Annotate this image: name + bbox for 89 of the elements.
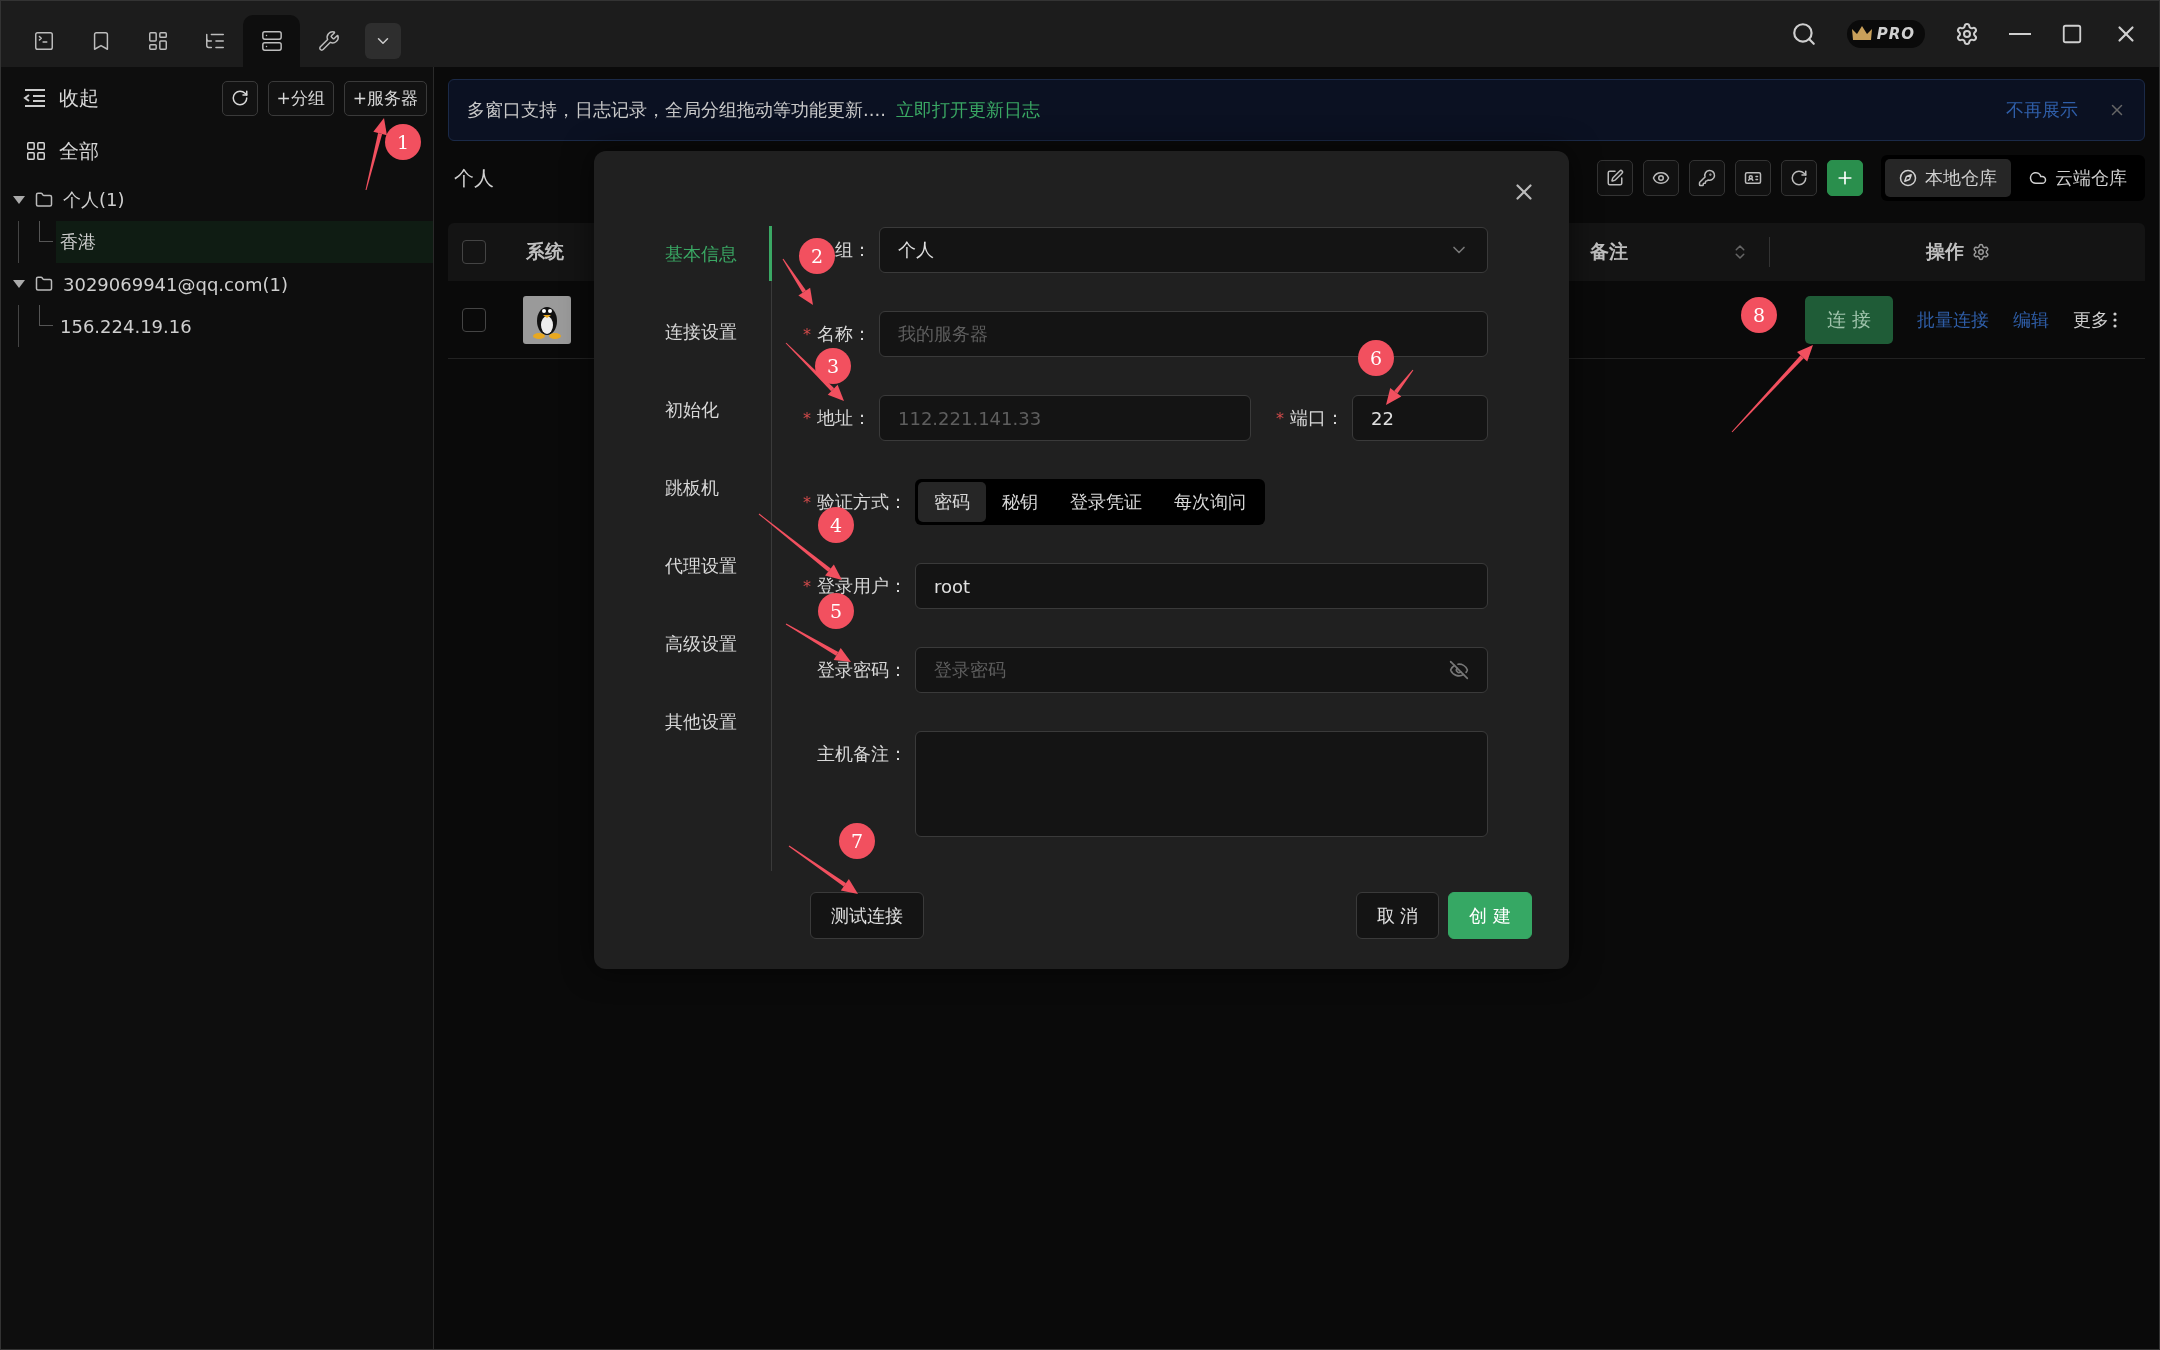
tree-group[interactable]: 个人(1) [63,188,125,212]
annotation-arrow [782,258,813,305]
auth-option[interactable]: 登录凭证 [1054,482,1158,522]
refresh-icon [230,89,249,107]
group-title: 个人 [453,164,494,192]
refresh-icon [1790,169,1808,187]
collapse-button[interactable]: 收起 [23,84,99,112]
key-icon [1698,169,1716,187]
dialog-nav-item[interactable]: 跳板机 [594,460,772,515]
edit-button[interactable] [1597,160,1633,196]
banner-message: 多窗口支持，日志记录，全局分组拖动等功能更新.... [467,98,886,122]
app-tab[interactable] [243,15,300,67]
row-checkbox[interactable] [462,307,486,332]
repo-tab[interactable]: 本地仓库 [1885,159,2011,197]
server-icon [260,30,283,52]
field-label: 地址： [817,406,871,430]
connect-button[interactable]: 连 接 [1805,295,1893,344]
compass-icon [1899,169,1917,187]
settings-icon [1955,22,1979,46]
auth-option[interactable]: 密码 [918,482,986,522]
annotation-arrow [785,623,851,662]
eye-off-icon[interactable] [1449,660,1469,680]
crown-icon [1850,25,1873,43]
dialog-nav-item[interactable]: 基本信息 [594,226,772,281]
settings-icon[interactable] [1971,243,1990,261]
dialog-nav-item[interactable]: 连接设置 [594,304,772,359]
input-field[interactable]: root [915,563,1488,609]
dialog-nav-item[interactable]: 其他设置 [594,694,772,749]
column-header: 操作 [1925,239,1964,264]
eye-button[interactable] [1643,160,1679,196]
folder-icon [35,191,53,209]
eye-icon [1652,169,1670,187]
annotation-arrow [1386,369,1414,405]
field-label: 名称： [817,322,871,346]
auth-option[interactable]: 每次询问 [1158,482,1262,522]
field-label: 主机备注： [817,742,907,766]
dialog-nav-item[interactable]: 高级设置 [594,616,772,671]
settings-button[interactable] [1955,22,1979,46]
add-button[interactable] [1827,160,1863,196]
id-card-button[interactable] [1735,160,1771,196]
expand-triangle-icon[interactable] [13,280,25,288]
required-mark: * [803,576,811,596]
group-select[interactable]: 个人 [879,227,1488,273]
maximize-icon [2061,23,2083,45]
test-connection-button[interactable]: 测试连接 [810,892,924,939]
column-header: 备注 [1590,239,1628,264]
tree-connector-line [18,305,56,347]
field-label: 组： [835,238,871,262]
kebab-icon [2113,311,2117,328]
id-card-icon [1744,169,1762,187]
minimize-icon [2009,33,2031,35]
auth-option[interactable]: 秘钥 [986,482,1054,522]
changelog-link[interactable]: 立即打开更新日志 [895,98,1040,122]
maximize-button[interactable] [2061,23,2083,45]
refresh-button[interactable] [1781,160,1817,196]
field-label: 登录密码： [817,658,907,682]
key-button[interactable] [1689,160,1725,196]
required-mark: * [1276,408,1284,428]
required-mark: * [803,492,811,512]
add-button[interactable]: +分组 [267,80,334,116]
expand-triangle-icon[interactable] [13,196,25,204]
folder-icon [35,275,53,293]
tree-item[interactable]: 156.224.19.16 [56,305,433,347]
field-label: 端口： [1290,406,1344,430]
required-mark: * [803,324,811,344]
terminal-icon [32,30,55,52]
collapse-icon [23,88,47,108]
dialog-nav-item[interactable]: 代理设置 [594,538,772,593]
dialog-nav-item[interactable]: 初始化 [594,382,772,437]
repo-tab[interactable]: 云端仓库 [2015,159,2141,197]
pro-badge[interactable]: PRO [1846,20,1925,48]
column-header: 系统 [526,239,564,264]
tree-item[interactable]: 香港 [56,221,433,263]
search-icon [1790,21,1817,47]
tree-group[interactable]: 3029069941@qq.com(1) [63,273,289,295]
grid-icon [25,140,47,162]
more-menu[interactable]: 更多 [2073,307,2117,332]
search-button[interactable] [1790,21,1817,47]
annotation-marker: 8 [1741,297,1777,333]
refresh-button[interactable] [221,80,258,116]
required-mark: * [803,408,811,428]
port-field[interactable]: 22 [1352,395,1488,441]
cloud-icon [2029,169,2047,187]
edit-icon [1606,169,1624,187]
add-button[interactable]: +服务器 [343,80,427,116]
select-all-checkbox[interactable] [462,240,486,264]
cancel-button[interactable]: 取 消 [1355,892,1440,939]
panels-icon [146,30,169,52]
wrench-icon [317,30,340,52]
